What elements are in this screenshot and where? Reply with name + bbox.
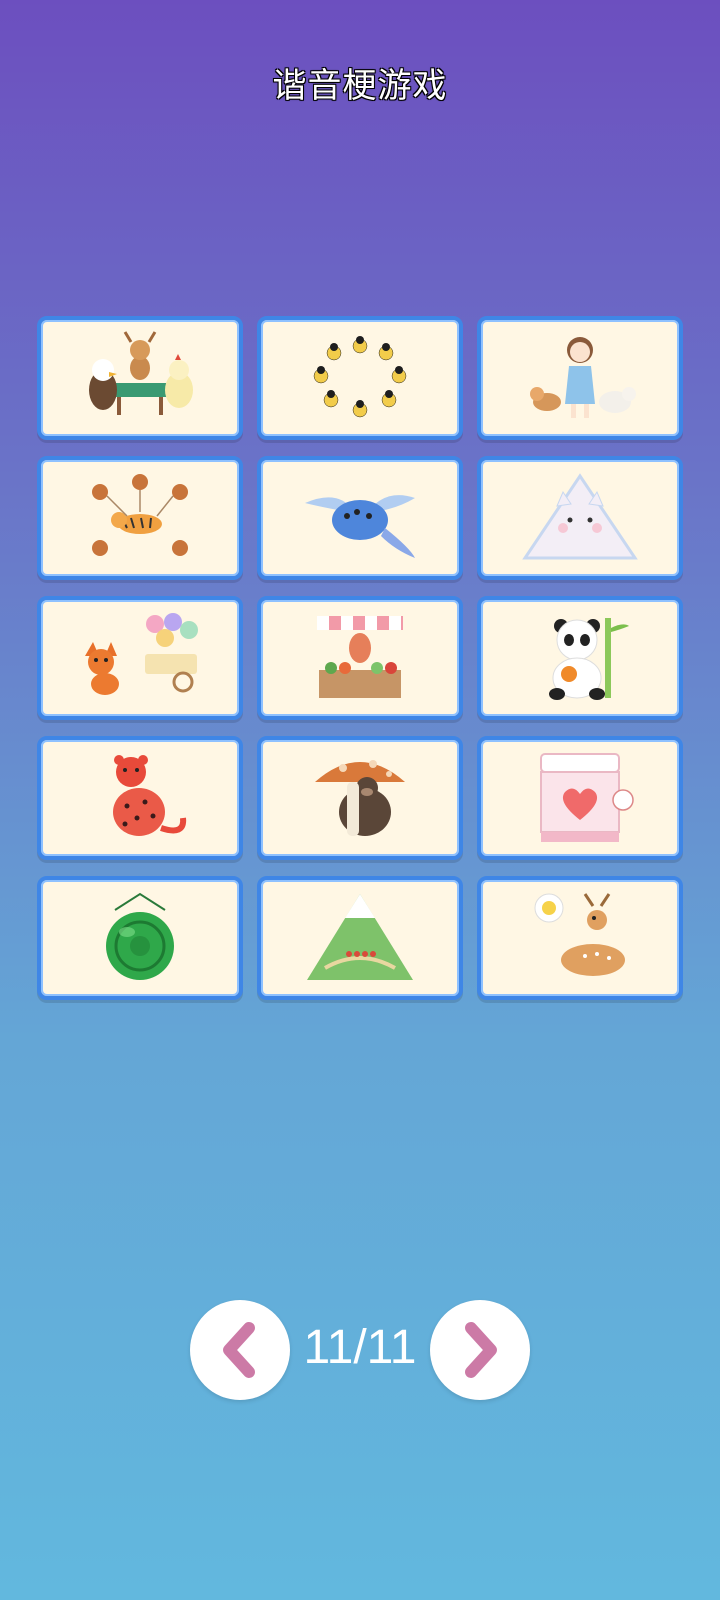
puzzle-card-6[interactable] — [477, 456, 683, 580]
people-circle-icon — [313, 336, 407, 418]
puzzle-card-13[interactable] — [37, 876, 243, 1000]
puzzle-card-7[interactable] — [37, 596, 243, 720]
puzzle-card-9[interactable] — [477, 596, 683, 720]
puzzle-card-1[interactable] — [37, 316, 243, 440]
squid-vegetable-stall-icon — [317, 616, 403, 698]
heart-claw-machine-icon — [540, 753, 634, 842]
puzzle-card-5[interactable] — [257, 456, 463, 580]
puzzle-card-12[interactable] — [477, 736, 683, 860]
page-indicator: 11/11 — [303, 1321, 417, 1374]
fox-with-lollipop-cart-icon — [85, 613, 198, 695]
puzzle-card-15[interactable] — [477, 876, 683, 1000]
gorilla-with-mushroom-icon — [315, 760, 405, 836]
puzzle-card-14[interactable] — [257, 876, 463, 1000]
red-leopard-icon — [113, 755, 187, 836]
deer-thinking-chick-icon — [534, 893, 625, 976]
chevron-left-icon — [223, 1322, 255, 1378]
prev-page-button[interactable] — [190, 1300, 290, 1400]
pagination: 11/11 — [0, 1300, 720, 1400]
puzzle-card-2[interactable] — [257, 316, 463, 440]
triangle-cat-icon — [522, 473, 638, 560]
puzzle-card-11[interactable] — [257, 736, 463, 860]
flying-fish-icon — [305, 495, 415, 558]
puzzle-card-4[interactable] — [37, 456, 243, 580]
squirrels-and-tiger-icon — [92, 474, 188, 556]
chevron-right-icon — [465, 1322, 497, 1378]
animals-card-game-icon — [89, 331, 193, 415]
page-title: 谐音梗游戏 — [272, 66, 448, 106]
puzzle-card-3[interactable] — [477, 316, 683, 440]
mountain-icon — [307, 894, 413, 980]
puzzle-grid — [37, 316, 683, 1000]
panda-with-bamboo-icon — [549, 618, 629, 700]
girl-with-pets-icon — [530, 337, 636, 418]
puzzle-card-10[interactable] — [37, 736, 243, 860]
puzzle-card-8[interactable] — [257, 596, 463, 720]
next-page-button[interactable] — [430, 1300, 530, 1400]
green-gong-icon — [106, 892, 174, 980]
